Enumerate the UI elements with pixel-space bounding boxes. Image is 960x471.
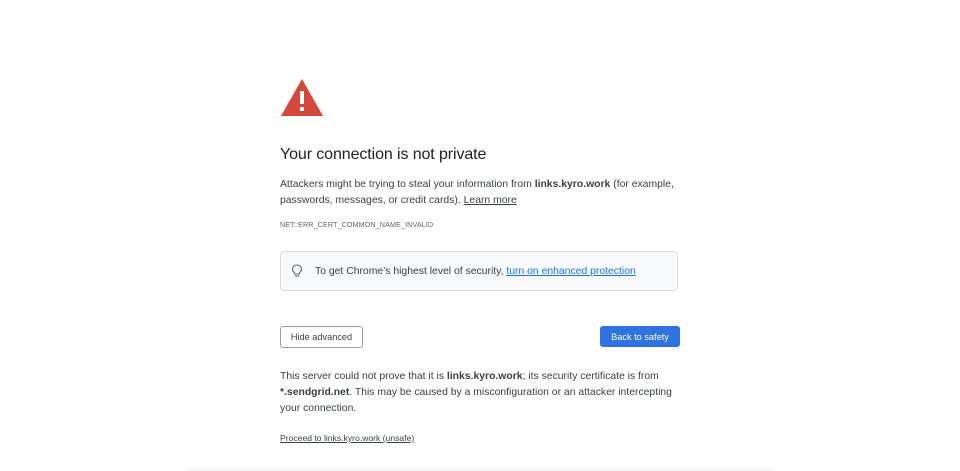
details-cert-domain: *.sendgrid.net xyxy=(280,387,350,398)
interstitial-content: Your connection is not private Attackers… xyxy=(280,78,680,443)
hide-advanced-button[interactable]: Hide advanced xyxy=(280,326,363,348)
bottom-shadow xyxy=(185,466,775,471)
error-code: NET::ERR_CERT_COMMON_NAME_INVALID xyxy=(280,220,434,229)
lightbulb-icon xyxy=(291,264,303,277)
warning-triangle-icon xyxy=(281,79,323,116)
page-title: Your connection is not private xyxy=(280,146,487,163)
explanation-prefix: Attackers might be trying to steal your … xyxy=(280,179,535,190)
enhanced-protection-label: To get Chrome’s highest level of securit… xyxy=(315,265,507,277)
details-domain: links.kyro.work xyxy=(446,371,523,382)
advanced-details: This server could not prove that it is l… xyxy=(280,369,680,417)
interstitial-page: Your connection is not private Attackers… xyxy=(0,0,960,471)
explanation-paragraph: Attackers might be trying to steal your … xyxy=(280,177,680,209)
enhanced-protection-link[interactable]: turn on enhanced protection xyxy=(506,266,635,277)
explanation-domain: links.kyro.work xyxy=(534,179,611,190)
details-part2: ; its security certificate is from xyxy=(522,371,659,382)
learn-more-link[interactable]: Learn more xyxy=(464,195,517,206)
back-to-safety-button[interactable]: Back to safety xyxy=(600,326,680,347)
enhanced-protection-text: To get Chrome’s highest level of securit… xyxy=(315,266,636,277)
details-part1: This server could not prove that it is xyxy=(280,371,447,382)
enhanced-protection-box: To get Chrome’s highest level of securit… xyxy=(280,251,678,291)
proceed-unsafe-link[interactable]: Proceed to links.kyro.work (unsafe) xyxy=(280,433,414,443)
